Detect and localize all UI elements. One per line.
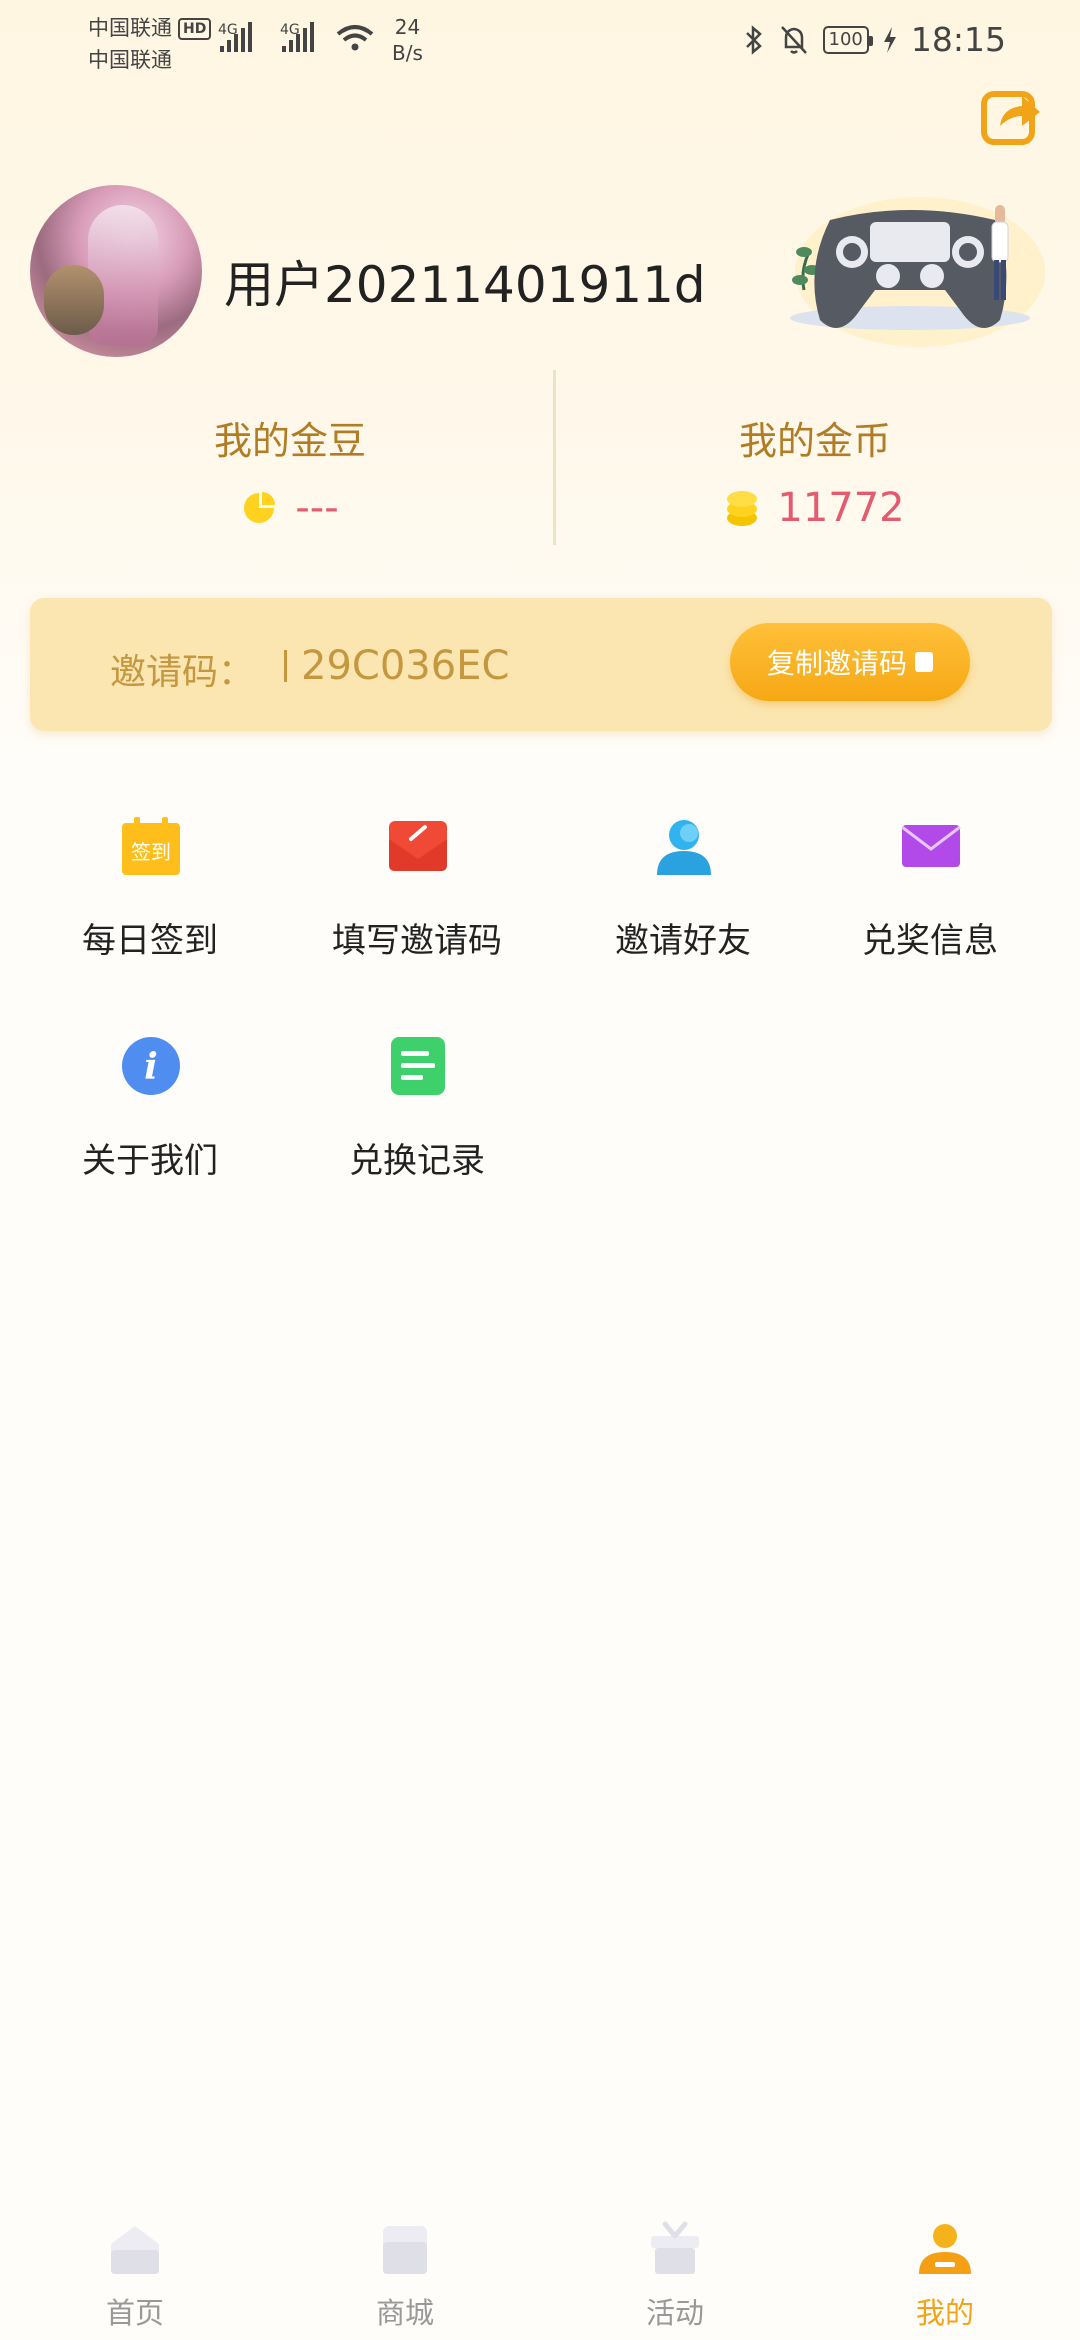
menu-label-daily-checkin: 每日签到: [82, 921, 218, 961]
copy-invite-code-button[interactable]: 复制邀请码: [730, 623, 970, 701]
gold-coins-value: 11772: [777, 485, 905, 531]
menu-item-daily-checkin[interactable]: 签到 每日签到: [30, 795, 270, 975]
document-icon: [391, 1037, 445, 1095]
copy-icon: [915, 652, 933, 672]
menu-item-redeem-history[interactable]: 兑换记录: [297, 1015, 537, 1195]
network-speed: 24 B/s: [392, 14, 423, 66]
mute-bell-icon: [780, 25, 807, 54]
menu-label-invite-friends: 邀请好友: [615, 921, 751, 961]
info-icon-text: i: [144, 1046, 158, 1088]
daily-checkin-icon-text: 签到: [131, 840, 171, 864]
gold-beans-value: ---: [295, 485, 339, 531]
carrier-info: 中国联通 HD 中国联通: [88, 12, 212, 76]
menu-label-prize-info: 兑奖信息: [862, 921, 998, 961]
daily-checkin-icon: 签到: [122, 817, 180, 875]
mail-icon: [901, 825, 961, 867]
home-icon: [111, 2226, 159, 2274]
menu-item-enter-invite-code[interactable]: 填写邀请码: [297, 795, 537, 975]
charging-icon: [883, 26, 896, 53]
profile-icon: [919, 2224, 971, 2274]
carrier-2: 中国联通: [88, 48, 172, 72]
nav-item-profile[interactable]: 我的: [810, 2220, 1080, 2332]
status-bar: 中国联通 HD 中国联通 4G 4G 24 B/s 100 18:15: [0, 0, 1080, 80]
username: 用户20211401911d: [224, 256, 706, 314]
shop-icon: [383, 2226, 427, 2274]
wallet-stats: 我的金豆 --- 我的金币 11772: [0, 370, 1080, 545]
gold-coins-stat[interactable]: 我的金币 11772: [545, 410, 1080, 531]
carrier-1: 中国联通: [88, 16, 172, 40]
menu-item-about-us[interactable]: i 关于我们: [30, 1015, 270, 1195]
info-icon: i: [122, 1037, 180, 1095]
user-icon: [657, 820, 711, 875]
nav-label-profile: 我的: [915, 2296, 974, 2330]
nav-item-shop[interactable]: 商城: [270, 2220, 540, 2332]
gold-coins-title: 我的金币: [738, 419, 891, 463]
menu-label-redeem-history: 兑换记录: [349, 1141, 485, 1181]
text-cursor: [284, 650, 287, 682]
gold-coin-icon: [727, 491, 758, 526]
menu-item-prize-info[interactable]: 兑奖信息: [810, 795, 1050, 975]
menu-item-invite-friends[interactable]: 邀请好友: [563, 795, 803, 975]
invite-code-banner: 邀请码： 29C036EC 复制邀请码: [30, 598, 1052, 731]
gold-beans-stat[interactable]: 我的金豆 ---: [20, 410, 560, 531]
invite-code-value: 29C036EC: [301, 643, 510, 689]
envelope-red-icon: [389, 821, 447, 871]
feature-menu: 签到 每日签到 填写邀请码 邀请好友 兑奖信息 i 关于我们 兑换记录: [30, 795, 1050, 1205]
nav-label-shop: 商城: [375, 2296, 434, 2330]
copy-invite-code-label: 复制邀请码: [766, 647, 907, 680]
gamepad-illustration: [790, 197, 1045, 347]
speed-value: 24: [394, 15, 421, 39]
nav-label-home: 首页: [105, 2296, 164, 2330]
battery-indicator: 100: [822, 25, 874, 54]
menu-label-enter-invite-code: 填写邀请码: [332, 921, 502, 961]
gift-icon: [651, 2221, 699, 2274]
bottom-navigation: 首页 商城 活动 我的: [0, 2205, 1080, 2340]
nav-item-home[interactable]: 首页: [0, 2220, 270, 2332]
speed-unit: B/s: [392, 41, 423, 65]
gold-bean-icon: [244, 492, 276, 523]
bluetooth-icon: [745, 24, 762, 55]
invite-code-value-wrap[interactable]: 29C036EC: [284, 643, 509, 689]
avatar-face: [44, 265, 104, 335]
avatar-figure: [88, 205, 158, 345]
clock: 18:15: [910, 20, 1006, 59]
menu-label-about-us: 关于我们: [82, 1141, 218, 1181]
invite-code-label: 邀请码：: [110, 652, 255, 693]
avatar[interactable]: [30, 185, 202, 357]
status-right: 100 18:15: [743, 20, 1006, 59]
gold-beans-title: 我的金豆: [213, 419, 366, 463]
signal-icon: 4G 4G: [218, 22, 374, 52]
hd-badge: HD: [178, 18, 212, 40]
nav-item-activity[interactable]: 活动: [540, 2220, 810, 2332]
nav-label-activity: 活动: [645, 2296, 704, 2330]
share-icon[interactable]: [980, 84, 1044, 148]
